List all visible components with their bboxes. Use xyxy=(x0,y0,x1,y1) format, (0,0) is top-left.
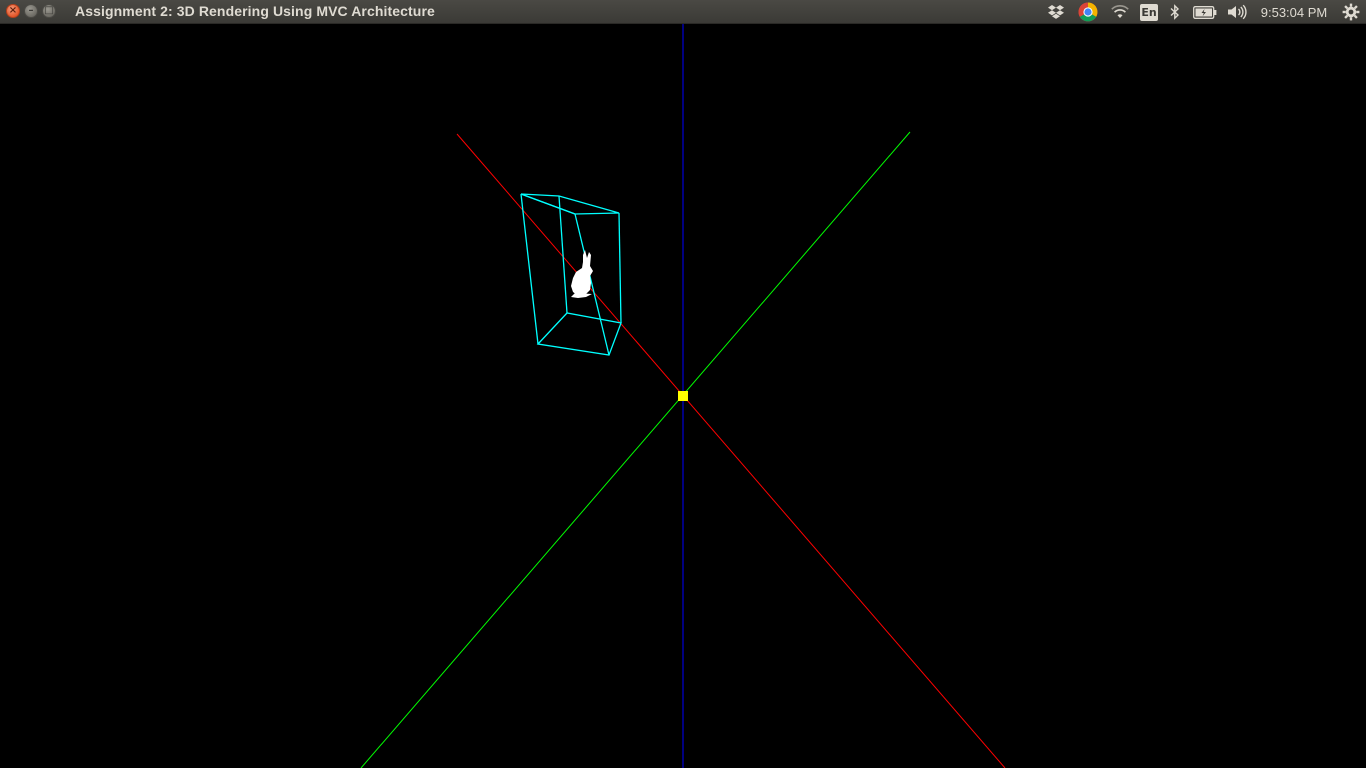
bluetooth-icon xyxy=(1170,4,1180,20)
scene-canvas[interactable] xyxy=(0,24,1366,768)
close-icon: × xyxy=(8,5,18,16)
dropbox-indicator[interactable] xyxy=(1040,0,1072,24)
x-axis-line xyxy=(456,133,1006,768)
origin-marker xyxy=(678,391,688,401)
battery-icon xyxy=(1193,5,1217,19)
minimize-button[interactable]: – xyxy=(24,4,38,18)
minimize-icon: – xyxy=(28,5,34,16)
dropbox-icon xyxy=(1048,5,1064,19)
chrome-indicator[interactable] xyxy=(1072,0,1104,24)
bluetooth-indicator[interactable] xyxy=(1162,0,1188,24)
window-title: Assignment 2: 3D Rendering Using MVC Arc… xyxy=(75,3,435,19)
chrome-icon xyxy=(1078,2,1098,22)
maximize-icon: □ xyxy=(44,5,54,16)
session-menu[interactable] xyxy=(1336,0,1366,24)
system-tray: En 9:53:04 PM xyxy=(1040,0,1366,24)
bunny-model xyxy=(571,250,593,298)
maximize-button[interactable]: □ xyxy=(42,4,56,18)
window-controls: × – □ xyxy=(6,4,56,18)
top-panel: × – □ Assignment 2: 3D Rendering Using M… xyxy=(0,0,1366,24)
battery-indicator[interactable] xyxy=(1188,0,1222,24)
close-button[interactable]: × xyxy=(6,4,20,18)
wifi-icon xyxy=(1111,5,1129,18)
keyboard-layout-icon: En xyxy=(1140,3,1158,21)
keyboard-layout-indicator[interactable]: En xyxy=(1136,0,1162,24)
sound-indicator[interactable] xyxy=(1222,0,1252,24)
clock-indicator[interactable]: 9:53:04 PM xyxy=(1252,0,1336,24)
bounding-box xyxy=(520,193,622,356)
volume-icon xyxy=(1228,4,1247,20)
render-viewport[interactable] xyxy=(0,24,1366,768)
y-axis-line xyxy=(360,131,911,768)
settings-gear-icon xyxy=(1342,3,1360,21)
clock-text: 9:53:04 PM xyxy=(1260,4,1328,20)
network-indicator[interactable] xyxy=(1104,0,1136,24)
